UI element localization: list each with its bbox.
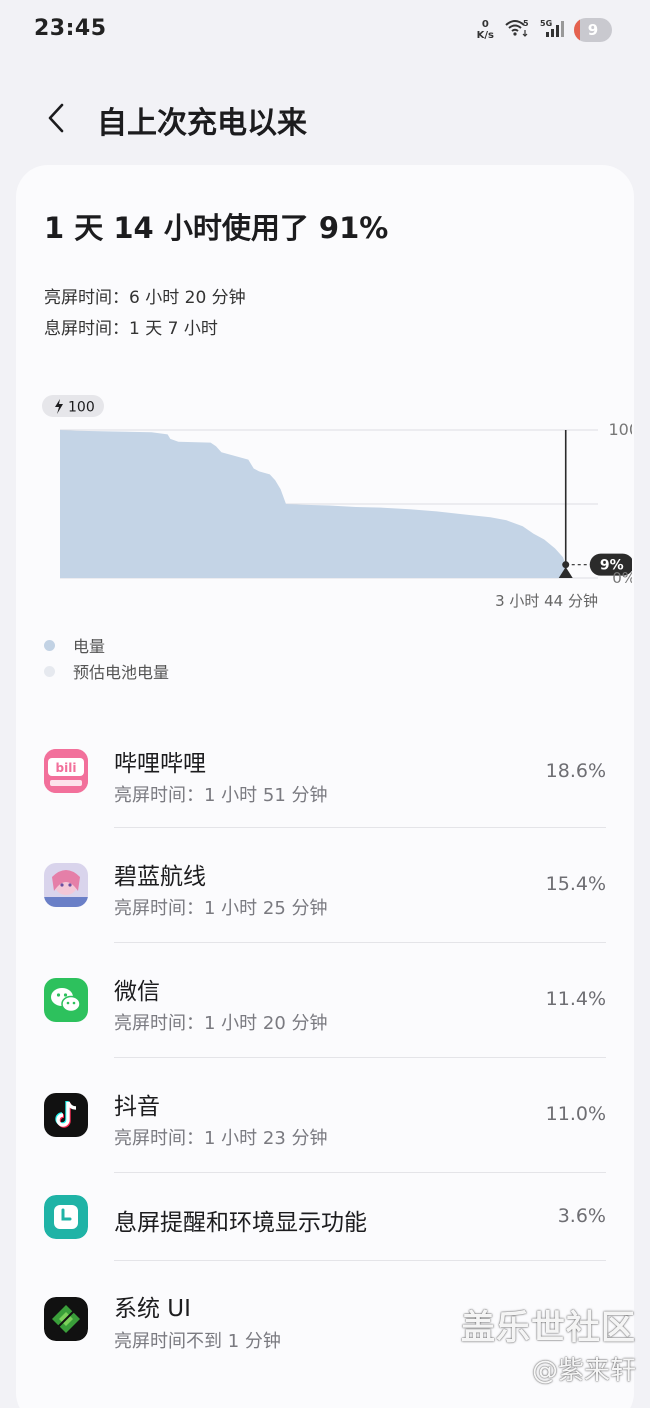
wifi-icon: 5 bbox=[504, 18, 530, 42]
svg-text:bili: bili bbox=[56, 761, 77, 775]
wifi-label: 5 bbox=[523, 19, 529, 28]
list-item[interactable]: bili 哔哩哔哩 亮屏时间：1 小时 51 分钟 18.6% bbox=[16, 715, 634, 828]
app-name: 哔哩哔哩 bbox=[114, 751, 206, 777]
y-tick-bottom: 0% bbox=[612, 569, 632, 587]
time-remaining-label: 3 小时 44 分钟 bbox=[495, 592, 598, 610]
douyin-icon bbox=[44, 1093, 88, 1137]
start-label: 100 bbox=[68, 400, 95, 416]
cell-label: 5G bbox=[540, 19, 552, 28]
back-button[interactable] bbox=[36, 98, 76, 138]
header: 自上次充电以来 bbox=[0, 90, 650, 146]
bilibili-icon: bili bbox=[44, 749, 88, 793]
app-percent: 11.4% bbox=[545, 988, 606, 1010]
watermark-brand: 盖乐世社区 bbox=[461, 1308, 636, 1348]
network-speed-unit: K/s bbox=[476, 30, 494, 41]
legend-dot bbox=[44, 665, 55, 677]
screen-on-time: 亮屏时间：6 小时 20 分钟 bbox=[44, 288, 246, 308]
battery-usage-card: 1 天 14 小时使用了 91% 亮屏时间：6 小时 20 分钟 息屏时间：1 … bbox=[16, 165, 634, 1408]
status-time: 23:45 bbox=[34, 16, 107, 41]
network-speed: 0 K/s bbox=[477, 19, 494, 41]
chart-legend: 电量 预估电池电量 bbox=[44, 632, 169, 684]
app-name: 息屏提醒和环境显示功能 bbox=[114, 1210, 367, 1236]
battery-level: 9 bbox=[587, 21, 599, 39]
app-detail: 亮屏时间：1 小时 20 分钟 bbox=[114, 1013, 328, 1034]
legend-label: 预估电池电量 bbox=[73, 663, 170, 682]
status-bar: 23:45 0 K/s 5 5G 9 bbox=[0, 0, 650, 60]
always-on-display-icon bbox=[44, 1195, 88, 1239]
watermark-author: @紫来轩 bbox=[531, 1356, 636, 1386]
list-item[interactable]: 微信 亮屏时间：1 小时 20 分钟 11.4% bbox=[16, 943, 634, 1058]
charge-start-badge: 100 bbox=[42, 395, 104, 417]
usage-headline: 1 天 14 小时使用了 91% bbox=[44, 211, 389, 245]
app-name: 系统 UI bbox=[114, 1296, 191, 1322]
app-name: 碧蓝航线 bbox=[114, 864, 206, 890]
y-tick-top: 100 bbox=[608, 420, 632, 439]
legend-item-battery: 电量 bbox=[44, 632, 169, 658]
list-item[interactable]: 抖音 亮屏时间：1 小时 23 分钟 11.0% bbox=[16, 1058, 634, 1173]
system-ui-icon bbox=[44, 1297, 88, 1341]
wechat-icon bbox=[44, 978, 88, 1022]
list-item[interactable]: 息屏提醒和环境显示功能 3.6% bbox=[16, 1173, 634, 1261]
app-usage-list: bili 哔哩哔哩 亮屏时间：1 小时 51 分钟 18.6% 碧蓝航线 亮屏时… bbox=[16, 715, 634, 1381]
chevron-left-icon bbox=[48, 103, 64, 133]
battery-chart[interactable]: 100 9% 100 0% 3 小时 44 分钟 bbox=[32, 393, 632, 613]
azur-lane-icon bbox=[44, 863, 88, 907]
app-detail: 亮屏时间：1 小时 23 分钟 bbox=[114, 1128, 328, 1149]
app-percent: 18.6% bbox=[545, 760, 606, 782]
legend-dot bbox=[44, 639, 55, 651]
screen-off-time: 息屏时间：1 天 7 小时 bbox=[44, 319, 218, 339]
app-detail: 亮屏时间不到 1 分钟 bbox=[114, 1331, 281, 1352]
list-item[interactable]: 碧蓝航线 亮屏时间：1 小时 25 分钟 15.4% bbox=[16, 828, 634, 943]
legend-label: 电量 bbox=[73, 637, 106, 656]
cellular-signal-icon: 5G bbox=[540, 18, 564, 42]
app-percent: 11.0% bbox=[545, 1103, 606, 1125]
page-title: 自上次充电以来 bbox=[97, 106, 307, 141]
legend-item-estimated: 预估电池电量 bbox=[44, 658, 169, 684]
app-name: 微信 bbox=[114, 979, 160, 1005]
app-percent: 15.4% bbox=[545, 873, 606, 895]
app-name: 抖音 bbox=[114, 1094, 160, 1120]
status-icons: 0 K/s 5 5G 9 bbox=[477, 18, 612, 42]
network-speed-value: 0 bbox=[481, 19, 489, 30]
app-detail: 亮屏时间：1 小时 51 分钟 bbox=[114, 785, 328, 806]
app-detail: 亮屏时间：1 小时 25 分钟 bbox=[114, 898, 328, 919]
app-percent: 3.6% bbox=[557, 1205, 606, 1227]
battery-icon: 9 bbox=[574, 18, 612, 42]
